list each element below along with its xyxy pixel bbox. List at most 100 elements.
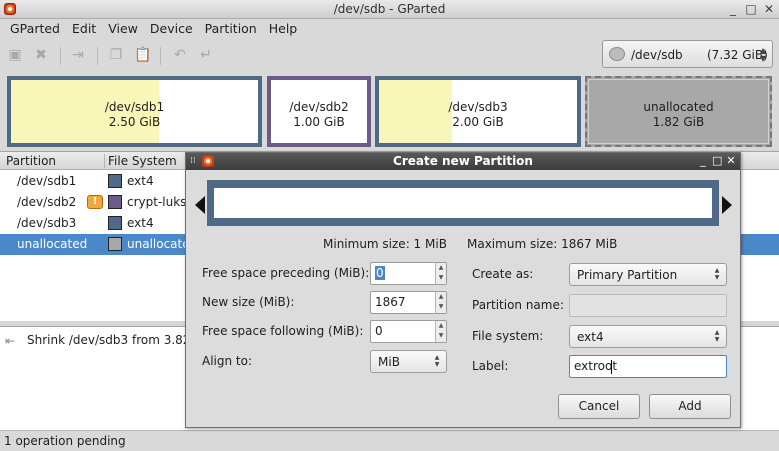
chevron-updown-icon: ▲ ▼	[759, 46, 766, 63]
menu-gparted[interactable]: GParted	[4, 19, 66, 39]
minimize-icon[interactable]: _	[698, 153, 708, 169]
partition-map: /dev/sdb1 2.50 GiB /dev/sdb2 1.00 GiB /d…	[0, 73, 779, 150]
device-selector[interactable]: /dev/sdb (7.32 GiB) ▲ ▼	[602, 40, 773, 68]
chevron-updown-icon: ▲ ▼	[714, 267, 720, 281]
close-icon[interactable]: ✕	[763, 1, 775, 17]
status-text: 1 operation pending	[4, 434, 126, 448]
minimum-size-label: Minimum size: 1 MiB	[323, 237, 447, 251]
row-partition: unallocated	[17, 237, 88, 251]
add-button[interactable]: Add	[649, 394, 731, 419]
free-following-label: Free space following (MiB):	[202, 324, 364, 338]
menu-device[interactable]: Device	[144, 19, 199, 39]
dialog-titlebar[interactable]: ⁞⁞ Create new Partition _ □ ✕	[186, 153, 740, 170]
copy-icon[interactable]: ❐	[108, 47, 124, 63]
map-partition-name: unallocated	[643, 100, 714, 114]
map-partition-name: /dev/sdb3	[448, 100, 508, 114]
filesystem-color-swatch	[108, 216, 122, 230]
menu-bar: GParted Edit View Device Partition Help	[0, 19, 779, 39]
create-as-value: Primary Partition	[577, 268, 678, 282]
create-as-select[interactable]: Primary Partition ▲ ▼	[569, 263, 727, 286]
delete-icon[interactable]: ✖	[33, 47, 49, 63]
menu-view[interactable]: View	[102, 19, 144, 39]
map-partition-name: /dev/sdb2	[289, 100, 349, 114]
menu-help[interactable]: Help	[263, 19, 304, 39]
align-to-label: Align to:	[202, 354, 253, 368]
row-filesystem: ext4	[127, 216, 154, 230]
free-following-spinner[interactable]: 0 ▲ ▼	[370, 320, 447, 343]
filesystem-color-swatch	[108, 174, 122, 188]
maximize-icon[interactable]: □	[745, 1, 757, 17]
dialog-window-controls: _ □ ✕	[698, 153, 736, 169]
new-size-spinner[interactable]: 1867 ▲ ▼	[370, 291, 447, 314]
map-partition-size: 2.50 GiB	[108, 115, 161, 129]
create-as-label: Create as:	[472, 267, 534, 281]
status-bar: 1 operation pending	[0, 430, 779, 451]
close-icon[interactable]: ✕	[726, 153, 736, 169]
warning-icon: !	[87, 195, 103, 209]
text-caret	[611, 360, 612, 374]
row-filesystem: unallocate	[127, 237, 190, 251]
map-partition-size: 1.82 GiB	[652, 115, 705, 129]
partition-name-field[interactable]	[569, 294, 727, 317]
map-partition-name: /dev/sdb1	[104, 100, 165, 114]
cancel-button[interactable]: Cancel	[558, 394, 640, 419]
toolbar-separator	[60, 47, 61, 65]
resize-move-icon: ⇤	[5, 334, 16, 348]
minimize-icon[interactable]: _	[727, 1, 739, 17]
chevron-updown-icon: ▲ ▼	[434, 354, 440, 368]
new-size-label: New size (MiB):	[202, 295, 295, 309]
free-preceding-label: Free space preceding (MiB):	[202, 266, 370, 280]
spinner-arrows-icon[interactable]: ▲ ▼	[435, 321, 446, 342]
file-system-value: ext4	[577, 330, 604, 344]
maximize-icon[interactable]: □	[712, 153, 722, 169]
free-preceding-value: 0	[375, 266, 385, 280]
map-partition-sdb3[interactable]: /dev/sdb3 2.00 GiB	[375, 76, 581, 147]
resize-handle-left[interactable]	[195, 196, 205, 214]
toolbar-separator	[160, 47, 161, 65]
menu-edit[interactable]: Edit	[66, 19, 102, 39]
file-system-label: File system:	[472, 329, 544, 343]
filesystem-color-swatch	[108, 195, 122, 209]
row-filesystem: crypt-luks	[127, 195, 187, 209]
chevron-updown-icon: ▲ ▼	[714, 329, 720, 343]
row-filesystem: ext4	[127, 174, 154, 188]
menu-partition[interactable]: Partition	[199, 19, 263, 39]
free-preceding-spinner[interactable]: 0 ▲ ▼	[370, 262, 447, 285]
file-system-select[interactable]: ext4 ▲ ▼	[569, 325, 727, 348]
label-field[interactable]: extroot	[569, 355, 727, 378]
resize-handle-right[interactable]	[722, 196, 732, 214]
row-partition: /dev/sdb3	[17, 216, 77, 230]
operation-item[interactable]: Shrink /dev/sdb3 from 3.82 G	[27, 333, 204, 347]
map-partition-size: 1.00 GiB	[293, 115, 345, 129]
column-header-filesystem[interactable]: File System	[108, 154, 177, 168]
dialog-title: Create new Partition	[393, 154, 533, 168]
map-partition-sdb2[interactable]: /dev/sdb2 1.00 GiB	[267, 76, 371, 147]
disk-icon	[609, 47, 625, 61]
device-size: (7.32 GiB)	[707, 48, 768, 62]
align-to-select[interactable]: MiB ▲ ▼	[370, 350, 447, 373]
free-following-value: 0	[375, 324, 383, 338]
row-partition: /dev/sdb1	[17, 174, 77, 188]
toolbar-separator	[97, 47, 98, 65]
partition-name-label: Partition name:	[472, 298, 564, 312]
resize-move-icon[interactable]: ⇥	[70, 47, 86, 63]
new-size-value: 1867	[375, 295, 406, 309]
paste-icon[interactable]: 📋	[134, 47, 151, 63]
window-title: /dev/sdb - GParted	[333, 2, 446, 16]
new-icon[interactable]: ▣	[7, 47, 23, 63]
undo-icon[interactable]: ↶	[172, 47, 188, 63]
map-partition-sdb1[interactable]: /dev/sdb1 2.50 GiB	[7, 76, 262, 147]
align-to-value: MiB	[378, 355, 400, 369]
window-titlebar[interactable]: /dev/sdb - GParted _ □ ✕	[0, 0, 779, 19]
filesystem-color-swatch	[108, 237, 122, 251]
apply-icon[interactable]: ↵	[198, 47, 214, 63]
row-partition: /dev/sdb2	[17, 195, 77, 209]
partition-resizer[interactable]	[207, 180, 719, 226]
maximum-size-label: Maximum size: 1867 MiB	[467, 237, 618, 251]
spinner-arrows-icon[interactable]: ▲ ▼	[435, 292, 446, 313]
column-header-partition[interactable]: Partition	[6, 154, 56, 168]
map-partition-size: 2.00 GiB	[452, 115, 504, 129]
map-partition-unallocated[interactable]: unallocated 1.82 GiB	[585, 76, 772, 147]
resizer-free-area	[214, 188, 712, 218]
spinner-arrows-icon[interactable]: ▲ ▼	[435, 263, 446, 284]
